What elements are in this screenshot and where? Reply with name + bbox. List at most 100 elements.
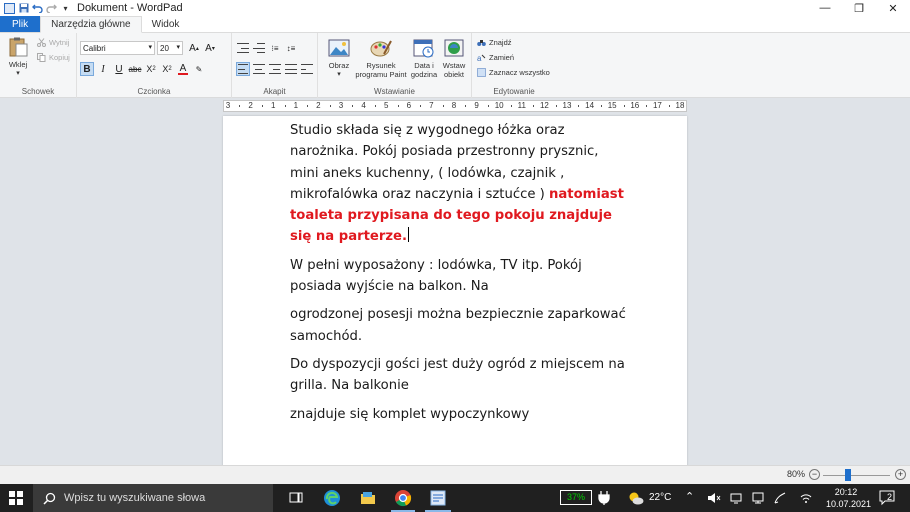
underline-button[interactable]: U — [112, 62, 126, 76]
text-color-button[interactable]: A — [176, 62, 190, 76]
document-page[interactable]: Studio składa się z wygodnego łóżka oraz… — [223, 116, 687, 465]
wordpad-app-icon[interactable] — [4, 2, 15, 14]
select-all-button[interactable]: Zaznacz wszystko — [477, 68, 550, 77]
bold-button[interactable]: B — [80, 62, 94, 76]
paint-drawing-button[interactable]: Rysunek programu Paint — [354, 38, 408, 79]
insert-image-button[interactable]: Obraz ▾ — [326, 38, 352, 79]
increase-indent-icon[interactable] — [252, 41, 266, 55]
ruler-mark: 1 — [270, 101, 276, 110]
chrome-icon[interactable] — [394, 489, 412, 507]
zoom-slider-track[interactable] — [823, 475, 890, 476]
wifi-icon[interactable] — [800, 492, 812, 504]
strikethrough-button[interactable]: abc — [128, 62, 142, 76]
calendar-clock-icon — [413, 39, 434, 58]
superscript-button[interactable]: X2 — [160, 62, 174, 76]
quick-access-toolbar: ▾ — [0, 2, 71, 14]
ruler-tick — [307, 105, 309, 107]
ruler-mark: 2 — [316, 101, 321, 110]
paragraph-1[interactable]: Studio składa się z wygodnego łóżka oraz… — [290, 120, 630, 248]
network-icon[interactable] — [730, 492, 742, 504]
editing-group-label: Edytowanie — [493, 87, 535, 96]
search-icon — [43, 492, 56, 505]
speaker-muted-icon[interactable] — [707, 492, 721, 504]
paste-button[interactable]: Wklej ▾ — [6, 37, 30, 78]
copy-icon — [37, 53, 46, 62]
zoom-in-button[interactable]: + — [895, 469, 906, 480]
insert-object-button[interactable]: Wstaw obiekt — [439, 38, 469, 79]
italic-button[interactable]: I — [96, 62, 110, 76]
paste-dropdown-icon: ▾ — [16, 70, 20, 77]
start-button[interactable] — [9, 491, 23, 505]
tab-view[interactable]: Widok — [142, 16, 190, 32]
wordpad-taskbar-icon[interactable] — [429, 489, 447, 507]
ruler-mark: 13 — [562, 101, 572, 110]
shrink-font-icon[interactable]: A ▾ — [203, 41, 217, 55]
file-explorer-icon[interactable] — [359, 489, 377, 507]
battery-indicator[interactable]: 37% — [560, 490, 592, 505]
ruler-mark: 11 — [517, 101, 526, 110]
weather-temperature[interactable]: 22°C — [649, 492, 671, 503]
subscript-button[interactable]: X2 — [144, 62, 158, 76]
ruler-tick — [533, 105, 535, 107]
ruler-mark: 5 — [383, 101, 389, 110]
paragraph-3[interactable]: ogrodzonej posesji można bezpiecznie zap… — [290, 304, 630, 347]
document-text[interactable]: Studio składa się z wygodnego łóżka oraz… — [290, 120, 630, 432]
ruler[interactable]: 3 2 1 1 2 3 4 5 6 7 8 9 10 11 12 13 14 15 16 17 18 — [223, 100, 687, 112]
justify-icon[interactable] — [284, 62, 298, 76]
window-controls: — ❐ ✕ — [808, 0, 910, 16]
copy-button[interactable]: Kopiuj — [37, 53, 70, 62]
taskbar-search[interactable]: Wpisz tu wyszukiwane słowa — [33, 484, 273, 512]
document-area[interactable]: Studio składa się z wygodnego łóżka oraz… — [0, 114, 910, 465]
zoom-out-button[interactable]: − — [809, 469, 820, 480]
font-size-select[interactable]: 20 ▾ — [157, 41, 183, 55]
notifications-button[interactable]: 2 — [878, 490, 898, 506]
clock[interactable]: 20:12 10.07.2021 — [826, 486, 871, 510]
font-family-select[interactable]: Calibri ▾ — [80, 41, 155, 55]
undo-icon[interactable] — [32, 3, 43, 14]
ruler-tick — [442, 105, 444, 107]
insert-group: Obraz ▾ Rysunek programu Paint Data i go… — [318, 33, 472, 98]
replace-icon: a — [477, 53, 486, 63]
highlight-button[interactable]: ✎ — [192, 62, 206, 76]
chevron-up-icon[interactable]: ⌃ — [685, 490, 694, 503]
ruler-mark: 3 — [225, 101, 231, 110]
paragraph-group-label: Akapit — [263, 87, 286, 96]
ruler-bar: 3 2 1 1 2 3 4 5 6 7 8 9 10 11 12 13 14 15 16 17 18 — [0, 98, 910, 114]
find-button[interactable]: Znajdź — [477, 38, 512, 47]
replace-button[interactable]: a Zamień — [477, 53, 514, 63]
ruler-tick — [487, 105, 489, 107]
maximize-button[interactable]: ❐ — [842, 0, 876, 16]
bullet-list-icon[interactable]: ⁝≡ — [268, 41, 282, 55]
line-spacing-icon[interactable]: ↕≡ — [284, 41, 298, 55]
edge-browser-icon[interactable] — [323, 489, 341, 507]
paint-palette-icon — [370, 40, 392, 57]
weather-sun-icon[interactable] — [628, 491, 644, 505]
align-left-icon[interactable] — [236, 62, 250, 76]
date-time-button[interactable]: Data i godzina — [407, 38, 441, 79]
align-right-icon[interactable] — [268, 62, 282, 76]
paragraph-settings-icon[interactable] — [300, 62, 314, 76]
cut-button[interactable]: Wytnij — [37, 38, 69, 47]
display-icon[interactable] — [752, 492, 764, 504]
task-view-icon[interactable] — [287, 489, 305, 507]
ruler-tick — [374, 105, 376, 107]
align-center-icon[interactable] — [252, 62, 266, 76]
grow-font-icon[interactable]: A ▴ — [187, 41, 201, 55]
ruler-mark: 3 — [338, 101, 344, 110]
close-button[interactable]: ✕ — [876, 0, 910, 16]
save-icon[interactable] — [18, 3, 29, 14]
minimize-button[interactable]: — — [808, 0, 842, 16]
zoom-slider-thumb[interactable] — [844, 469, 851, 481]
tab-file[interactable]: Plik — [0, 16, 41, 32]
decrease-indent-icon[interactable] — [236, 41, 250, 55]
tab-home[interactable]: Narzędzia główne — [40, 16, 142, 33]
chevron-down-icon: ▾ — [176, 44, 180, 51]
paragraph-4[interactable]: Do dyspozycji gości jest duży ogród z mi… — [290, 354, 630, 397]
customize-toolbar-icon[interactable]: ▾ — [60, 3, 71, 14]
paragraph-5[interactable]: znajduje się komplet wypoczynkowy — [290, 404, 630, 425]
ruler-mark: 15 — [607, 101, 617, 110]
redo-icon[interactable] — [46, 3, 57, 14]
charging-plug-icon — [598, 491, 610, 505]
pen-workspace-icon[interactable] — [773, 491, 787, 505]
paragraph-2[interactable]: W pełni wyposażony : lodówka, TV itp. Po… — [290, 255, 630, 298]
